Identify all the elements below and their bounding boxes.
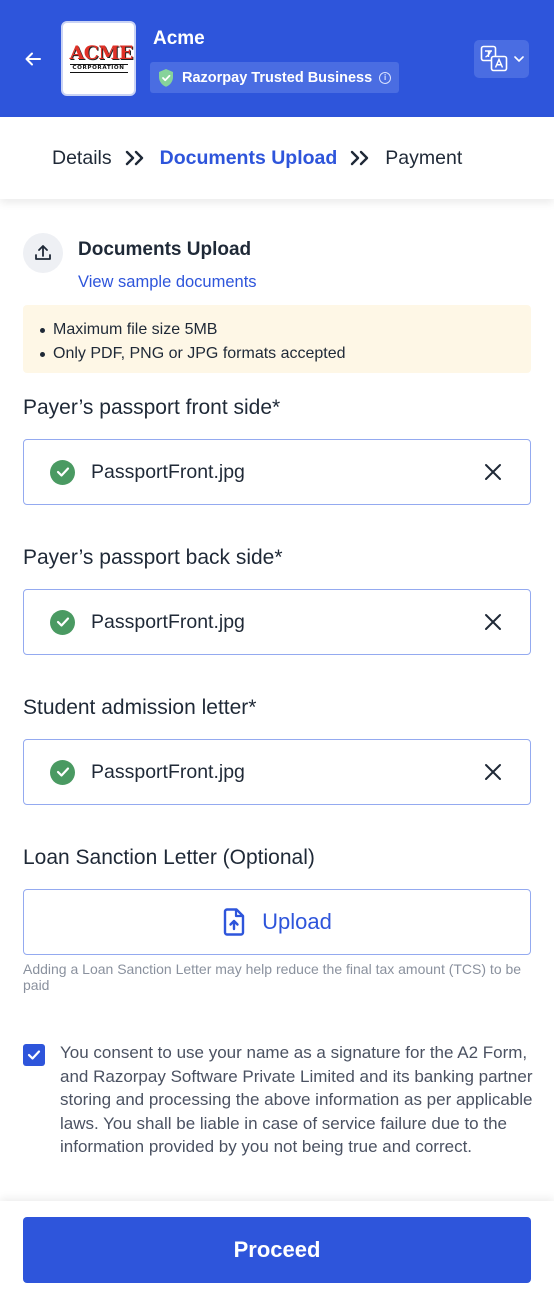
close-icon [485,764,501,780]
trusted-business-badge[interactable]: Razorpay Trusted Business i [150,62,400,93]
close-icon [485,614,501,630]
loan-sanction-label: Loan Sanction Letter (Optional) [23,846,315,869]
file-name: PassportFront.jpg [91,460,245,483]
chevron-down-icon [513,56,524,63]
passport-back-label: Payer’s passport back side* [23,546,283,569]
view-sample-documents-link[interactable]: View sample documents [78,273,257,292]
notice-item: Maximum file size 5MB [40,318,531,342]
file-upload-icon [223,908,245,936]
file-name: PassportFront.jpg [91,610,245,633]
info-icon: i [379,71,392,84]
upload-button-label: Upload [262,909,332,934]
check-circle-icon [50,609,75,635]
logo-word: ACME [69,42,134,64]
passport-front-file: PassportFront.jpg [23,439,531,505]
checkmark-icon [27,1050,41,1060]
notice-item: Only PDF, PNG or JPG formats accepted [40,342,531,366]
close-icon [485,464,501,480]
section-title: Documents Upload [78,239,252,260]
step-details[interactable]: Details [52,147,112,170]
translate-icon [480,45,507,72]
progress-stepper: Details Documents Upload Payment [0,117,554,199]
step-documents-upload[interactable]: Documents Upload [160,147,338,170]
upload-loan-sanction-button[interactable]: Upload [23,889,531,955]
consent-text: You consent to use your name as a signat… [60,1043,533,1156]
shield-check-icon [159,68,173,87]
consent-row: You consent to use your name as a signat… [23,1041,533,1159]
admission-letter-label: Student admission letter* [23,696,257,719]
loan-sanction-hint: Adding a Loan Sanction Letter may help r… [23,961,522,993]
double-chevron-right-icon [124,149,148,167]
passport-front-label: Payer’s passport front side* [23,396,281,419]
language-switcher-button[interactable] [474,40,529,78]
trusted-business-label: Razorpay Trusted Business [182,69,373,86]
consent-checkbox[interactable] [23,1044,45,1066]
remove-file-button[interactable] [482,761,504,783]
proceed-button[interactable]: Proceed [23,1217,531,1283]
admission-letter-file: PassportFront.jpg [23,739,531,805]
section-header [23,233,63,273]
remove-file-button[interactable] [482,461,504,483]
back-button[interactable] [18,44,48,74]
upload-icon [23,233,63,273]
step-payment[interactable]: Payment [385,147,462,170]
file-requirements-notice: Maximum file size 5MB Only PDF, PNG or J… [23,305,531,373]
check-circle-icon [50,759,75,785]
file-name: PassportFront.jpg [91,760,245,783]
footer: Proceed [0,1201,554,1298]
arrow-left-icon [25,52,41,66]
header: ACME CORPORATION Acme Razorpay Trusted B… [0,0,554,117]
logo-subtext: CORPORATION [69,64,128,73]
merchant-logo: ACME CORPORATION [61,21,136,96]
check-circle-icon [50,459,75,485]
double-chevron-right-icon [349,149,373,167]
merchant-name: Acme [153,28,205,49]
passport-back-file: PassportFront.jpg [23,589,531,655]
remove-file-button[interactable] [482,611,504,633]
